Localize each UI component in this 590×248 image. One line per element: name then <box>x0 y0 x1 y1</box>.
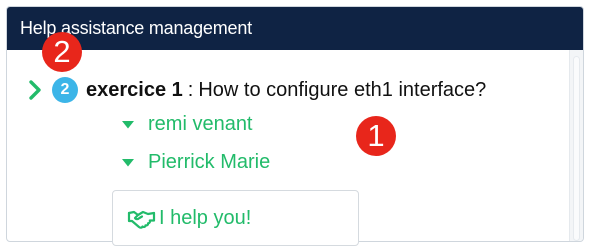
scrollbar[interactable] <box>569 50 583 241</box>
help-button-label: I help you! <box>159 206 252 229</box>
handshake-icon <box>127 210 156 229</box>
caret-down-icon[interactable] <box>122 120 134 129</box>
i-help-you-button[interactable]: I help you! <box>112 190 359 246</box>
exercise-item[interactable]: 2 exercice 1 : How to configure eth1 int… <box>28 77 486 103</box>
helper-name: Pierrick Marie <box>148 151 271 173</box>
exercise-question: How to configure eth1 interface? <box>198 78 487 101</box>
step-marker-1: 1 <box>356 116 396 156</box>
scrollbar-thumb[interactable] <box>573 56 580 241</box>
request-count-badge: 2 <box>52 77 78 103</box>
helper-item[interactable]: Pierrick Marie <box>122 151 270 174</box>
title-separator: : <box>187 78 194 101</box>
exercise-title: exercice 1 <box>86 78 183 101</box>
helper-item[interactable]: remi venant <box>122 113 253 136</box>
caret-down-icon[interactable] <box>122 158 134 167</box>
panel-title: Help assistance management <box>7 7 583 50</box>
chevron-right-icon[interactable] <box>28 79 42 101</box>
helper-name: remi venant <box>148 113 253 135</box>
step-marker-2: 2 <box>42 32 82 72</box>
